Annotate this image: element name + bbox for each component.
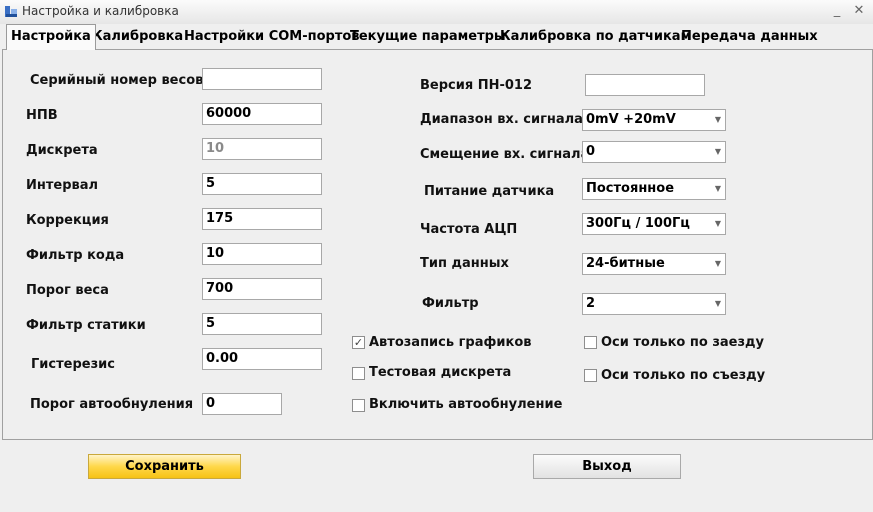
data-type-select[interactable]: 24-битные ▼	[582, 253, 726, 275]
input-offset-select[interactable]: 0 ▼	[582, 141, 726, 163]
weight-threshold-label: Порог веса	[26, 283, 109, 298]
chevron-down-icon: ▼	[714, 219, 721, 228]
axles-exit-only-checkbox[interactable]	[584, 369, 597, 382]
static-filter-label: Фильтр статики	[26, 318, 146, 333]
auto-zero-threshold-input[interactable]: 0	[202, 393, 282, 415]
auto-zero-threshold-label: Порог автообнуления	[30, 397, 194, 412]
input-offset-label: Смещение вх. сигнала	[420, 147, 590, 162]
adc-frequency-select[interactable]: 300Гц / 100Гц ▼	[582, 213, 726, 235]
static-filter-input[interactable]: 5	[202, 313, 322, 335]
code-filter-label: Фильтр кода	[26, 248, 125, 263]
app-icon	[5, 6, 17, 17]
minimize-button[interactable]: _	[828, 3, 846, 19]
npv-label: НПВ	[26, 108, 58, 123]
sensor-power-select[interactable]: Постоянное ▼	[582, 178, 726, 200]
sensor-power-value: Постоянное	[586, 181, 675, 196]
enable-auto-zero-label: Включить автообнуление	[369, 397, 563, 412]
input-range-select[interactable]: 0mV +20mV ▼	[582, 109, 726, 131]
data-type-label: Тип данных	[420, 256, 509, 271]
axles-entry-only-label: Оси только по заезду	[601, 335, 764, 350]
exit-button[interactable]: Выход	[533, 454, 681, 479]
tab-current-params[interactable]: Текущие параметры	[346, 26, 510, 48]
chevron-down-icon: ▼	[714, 115, 721, 124]
hysteresis-label: Гистерезис	[31, 357, 115, 372]
discrete-input: 10	[202, 138, 322, 160]
sensor-power-label: Питание датчика	[424, 184, 555, 199]
interval-label: Интервал	[26, 178, 99, 193]
input-range-label: Диапазон вх. сигнала	[420, 112, 583, 127]
chevron-down-icon: ▼	[714, 184, 721, 193]
window-title: Настройка и калибровка	[22, 4, 179, 18]
interval-input[interactable]: 5	[202, 173, 322, 195]
test-discrete-label: Тестовая дискрета	[369, 365, 512, 380]
adc-frequency-label: Частота АЦП	[420, 222, 518, 237]
npv-input[interactable]: 60000	[202, 103, 322, 125]
axles-entry-only-checkbox[interactable]	[584, 336, 597, 349]
auto-record-graphs-checkbox[interactable]: ✓	[352, 336, 365, 349]
hysteresis-input[interactable]: 0.00	[202, 348, 322, 370]
adc-frequency-value: 300Гц / 100Гц	[586, 216, 690, 231]
auto-record-graphs-label: Автозапись графиков	[369, 335, 532, 350]
weight-threshold-input[interactable]: 700	[202, 278, 322, 300]
version-label: Версия ПН-012	[420, 78, 533, 93]
save-button[interactable]: Сохранить	[88, 454, 241, 479]
close-button[interactable]: ✕	[850, 3, 868, 19]
filter-select[interactable]: 2 ▼	[582, 293, 726, 315]
axles-exit-only-label: Оси только по съезду	[601, 368, 766, 383]
serial-number-label: Серийный номер весов	[30, 73, 204, 88]
correction-input[interactable]: 175	[202, 208, 322, 230]
test-discrete-checkbox[interactable]	[352, 367, 365, 380]
tab-data-transfer[interactable]: Передача данных	[677, 26, 822, 48]
input-offset-value: 0	[586, 144, 596, 159]
correction-label: Коррекция	[26, 213, 109, 228]
data-type-value: 24-битные	[586, 256, 665, 271]
enable-auto-zero-checkbox[interactable]	[352, 399, 365, 412]
code-filter-input[interactable]: 10	[202, 243, 322, 265]
chevron-down-icon: ▼	[714, 259, 721, 268]
tab-sensor-calibration[interactable]: Калибровка по датчикам	[496, 26, 695, 48]
serial-number-input[interactable]	[202, 68, 322, 90]
version-input[interactable]	[585, 74, 705, 96]
discrete-label: Дискрета	[26, 143, 98, 158]
filter-value: 2	[586, 296, 596, 311]
tab-calibration[interactable]: Калибровка	[88, 26, 187, 48]
filter-label: Фильтр	[422, 296, 479, 311]
chevron-down-icon: ▼	[714, 147, 721, 156]
tab-com-ports[interactable]: Настройки COM-портов	[180, 26, 364, 48]
tab-settings[interactable]: Настройка	[6, 24, 96, 50]
chevron-down-icon: ▼	[714, 299, 721, 308]
input-range-value: 0mV +20mV	[586, 112, 676, 127]
